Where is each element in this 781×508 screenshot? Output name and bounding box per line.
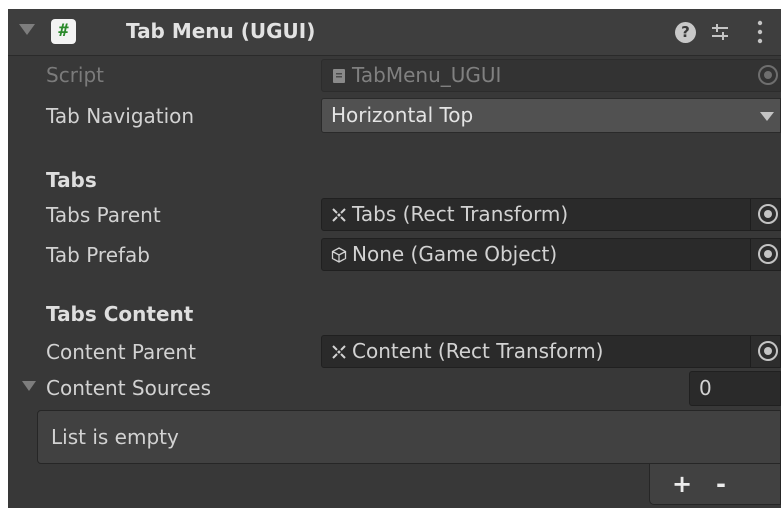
add-element-button[interactable]: + — [667, 470, 697, 498]
list-empty-text: List is empty — [51, 425, 179, 449]
object-picker-icon[interactable] — [758, 204, 778, 224]
csharp-script-icon: # — [51, 19, 76, 44]
list-foldout-arrow-icon[interactable] — [22, 381, 36, 391]
dropdown-arrow-icon — [760, 112, 774, 121]
tabs-parent-label: Tabs Parent — [46, 203, 161, 227]
list-box: List is empty — [37, 410, 781, 464]
tabs-parent-field[interactable]: Tabs (Rect Transform) — [321, 198, 781, 231]
content-sources-label[interactable]: Content Sources — [46, 376, 211, 400]
game-object-icon — [331, 247, 347, 263]
tab-navigation-label: Tab Navigation — [46, 104, 195, 128]
list-size-field[interactable]: 0 — [689, 371, 781, 406]
object-picker-icon[interactable] — [758, 341, 778, 361]
help-icon[interactable]: ? — [675, 22, 696, 43]
content-parent-value: Content (Rect Transform) — [352, 339, 604, 363]
tabs-section-header: Tabs — [46, 168, 97, 192]
script-file-icon — [333, 69, 345, 83]
presets-icon[interactable] — [710, 22, 730, 42]
script-label: Script — [46, 63, 105, 87]
script-field: TabMenu_UGUI — [321, 59, 781, 92]
tab-navigation-dropdown[interactable]: Horizontal Top — [321, 98, 781, 133]
rect-transform-icon — [332, 208, 346, 222]
tab-prefab-field[interactable]: None (Game Object) — [321, 238, 781, 271]
tab-navigation-value: Horizontal Top — [331, 103, 474, 127]
context-menu-icon[interactable] — [755, 19, 765, 45]
object-picker-icon — [758, 65, 778, 85]
object-picker-icon[interactable] — [758, 244, 778, 264]
inspector-panel: # Tab Menu (UGUI) ? Script TabMenu_UGUI … — [8, 9, 781, 508]
script-value: TabMenu_UGUI — [352, 63, 502, 87]
content-parent-field[interactable]: Content (Rect Transform) — [321, 335, 781, 368]
foldout-arrow-icon[interactable] — [19, 24, 35, 35]
tabs-parent-value: Tabs (Rect Transform) — [352, 202, 569, 226]
component-header[interactable]: # Tab Menu (UGUI) ? — [8, 9, 781, 56]
rect-transform-icon — [332, 345, 346, 359]
tab-prefab-label: Tab Prefab — [46, 243, 151, 267]
list-footer: + - — [649, 464, 781, 505]
list-size-value: 0 — [699, 376, 712, 400]
tabs-content-section-header: Tabs Content — [46, 302, 194, 326]
remove-element-button[interactable]: - — [706, 470, 736, 498]
content-parent-label: Content Parent — [46, 340, 196, 364]
component-title: Tab Menu (UGUI) — [126, 19, 316, 43]
tab-prefab-value: None (Game Object) — [352, 242, 558, 266]
